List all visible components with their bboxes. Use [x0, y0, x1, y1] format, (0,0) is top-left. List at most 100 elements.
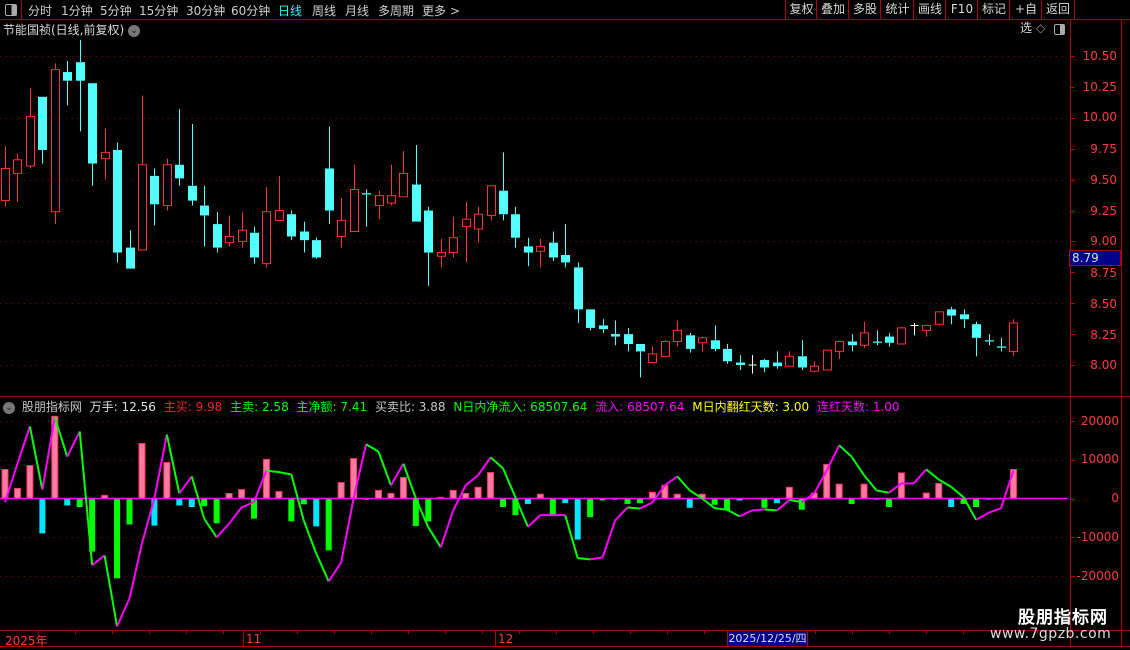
- candle-body-down: [574, 267, 583, 310]
- candle-body-down: [300, 231, 309, 241]
- candle: [51, 63, 60, 225]
- candle-body-down: [798, 356, 807, 368]
- candle: [63, 60, 72, 106]
- candle-body-down: [686, 335, 695, 349]
- mark-button[interactable]: 标记: [977, 0, 1010, 19]
- field-inflow: 流入: 68507.64: [595, 400, 685, 414]
- candle-body-up: [1009, 322, 1018, 352]
- candle-body-down: [213, 224, 222, 248]
- inflow-bar: [785, 486, 793, 500]
- candle: [38, 96, 47, 164]
- candle-body-down: [972, 324, 981, 338]
- watermark-name: 股朋指标网: [1018, 608, 1108, 628]
- candle: [138, 95, 147, 251]
- candle-body-down: [873, 341, 882, 343]
- field-m-day-red-days: M日内翻红天数: 3.00: [692, 400, 810, 414]
- candle-body-up: [51, 69, 60, 213]
- inflow-bar: [449, 489, 457, 499]
- period-toolbar: 分时 1分钟 5分钟 15分钟 30分钟 60分钟 日线 周线 月线 多周期 更…: [0, 0, 1130, 35]
- candle-body-up: [935, 311, 944, 325]
- chart-title[interactable]: 节能国祯(日线,前复权) ⌄: [3, 21, 141, 38]
- candle: [88, 83, 97, 186]
- candle: [636, 343, 645, 378]
- candle: [511, 206, 520, 248]
- period-tab-more[interactable]: 更多 >: [422, 2, 460, 19]
- price-tick: 9.75: [1090, 142, 1117, 156]
- overlay-button[interactable]: 叠加: [816, 0, 849, 19]
- period-tab-1min[interactable]: 1分钟: [61, 2, 93, 19]
- period-tab-daily[interactable]: 日线: [278, 2, 302, 19]
- pane-layout-icon[interactable]: [1054, 24, 1065, 35]
- candle: [213, 211, 222, 253]
- adjust-button[interactable]: 复权: [785, 0, 817, 19]
- period-tab-30min[interactable]: 30分钟: [186, 2, 225, 19]
- chevron-down-icon[interactable]: ⌄: [128, 24, 141, 37]
- back-button[interactable]: 返回: [1041, 0, 1075, 19]
- candle-body-down: [773, 362, 782, 367]
- candle: [424, 206, 433, 286]
- candle: [375, 190, 384, 220]
- candle: [698, 336, 707, 352]
- period-tab-monthly[interactable]: 月线: [345, 2, 369, 19]
- period-tab-minute[interactable]: 分时: [28, 2, 52, 19]
- candle-body-down: [511, 214, 520, 238]
- candle-body-down: [885, 336, 894, 343]
- inflow-bar: [275, 491, 283, 499]
- flow-line-segment: [315, 553, 330, 582]
- candle: [686, 332, 695, 353]
- outflow-bar: [213, 498, 220, 524]
- period-tab-60min[interactable]: 60分钟: [231, 2, 270, 19]
- field-volume: 万手: 12.56: [89, 400, 156, 414]
- add-watchlist-button[interactable]: +自选: [1009, 0, 1042, 35]
- candle-body-down: [200, 205, 209, 216]
- candle-body-up: [138, 164, 147, 251]
- period-tab-weekly[interactable]: 周线: [312, 2, 336, 19]
- candle: [972, 321, 981, 357]
- indicator-name[interactable]: 股朋指标网: [22, 400, 82, 414]
- candle: [262, 187, 271, 268]
- field-n-day-net-inflow: N日内净流入: 68507.64: [453, 400, 588, 414]
- outflow-bar: [126, 498, 133, 525]
- candle: [736, 355, 745, 370]
- indicator-menu-icon[interactable]: ⌄: [3, 401, 15, 414]
- flow-line-segment: [116, 598, 131, 627]
- candle-body-down: [76, 62, 85, 81]
- period-tab-multi[interactable]: 多周期: [378, 2, 414, 19]
- outflow-bar: [425, 498, 432, 522]
- candle: [350, 164, 359, 233]
- candle-body-up: [474, 213, 483, 230]
- layout-toggle-button[interactable]: [0, 0, 22, 19]
- period-tab-5min[interactable]: 5分钟: [100, 2, 132, 19]
- flow-line-segment: [925, 468, 940, 481]
- flow-line-segment: [627, 506, 641, 510]
- candle: [985, 334, 994, 346]
- chart-canvas[interactable]: [0, 0, 1130, 650]
- candle: [362, 189, 371, 227]
- flow-line-segment: [489, 456, 504, 470]
- period-tab-15min[interactable]: 15分钟: [139, 2, 178, 19]
- candle: [848, 334, 857, 352]
- statistics-button[interactable]: 统计: [880, 0, 914, 19]
- field-consecutive-red-days: 连红天数: 1.00: [816, 400, 900, 414]
- multi-stock-button[interactable]: 多股: [848, 0, 881, 19]
- candle-body-down: [997, 346, 1006, 348]
- price-tick: 9.25: [1090, 204, 1117, 218]
- candle: [312, 237, 321, 259]
- draw-line-button[interactable]: 画线: [913, 0, 946, 19]
- stock-title: 节能国祯(日线,前复权): [3, 23, 125, 37]
- candle-body-down: [736, 362, 745, 365]
- flow-line-segment: [838, 444, 853, 458]
- candle-body-up: [275, 210, 284, 221]
- indicator-header: ⌄ 股朋指标网 万手: 12.56 主买: 9.98 主卖: 2.58 主净额:…: [0, 398, 904, 414]
- candle: [300, 221, 309, 253]
- candle-body-down: [113, 149, 122, 253]
- candle: [885, 332, 894, 347]
- candle: [586, 309, 595, 331]
- candle: [1, 146, 10, 207]
- flow-line-segment: [614, 506, 629, 522]
- flow-line-segment: [465, 474, 479, 487]
- diamond-icon[interactable]: ◇: [1036, 21, 1045, 35]
- f10-button[interactable]: F10: [945, 0, 978, 19]
- candle-body-up: [262, 211, 271, 265]
- inflow-bar: [13, 487, 21, 499]
